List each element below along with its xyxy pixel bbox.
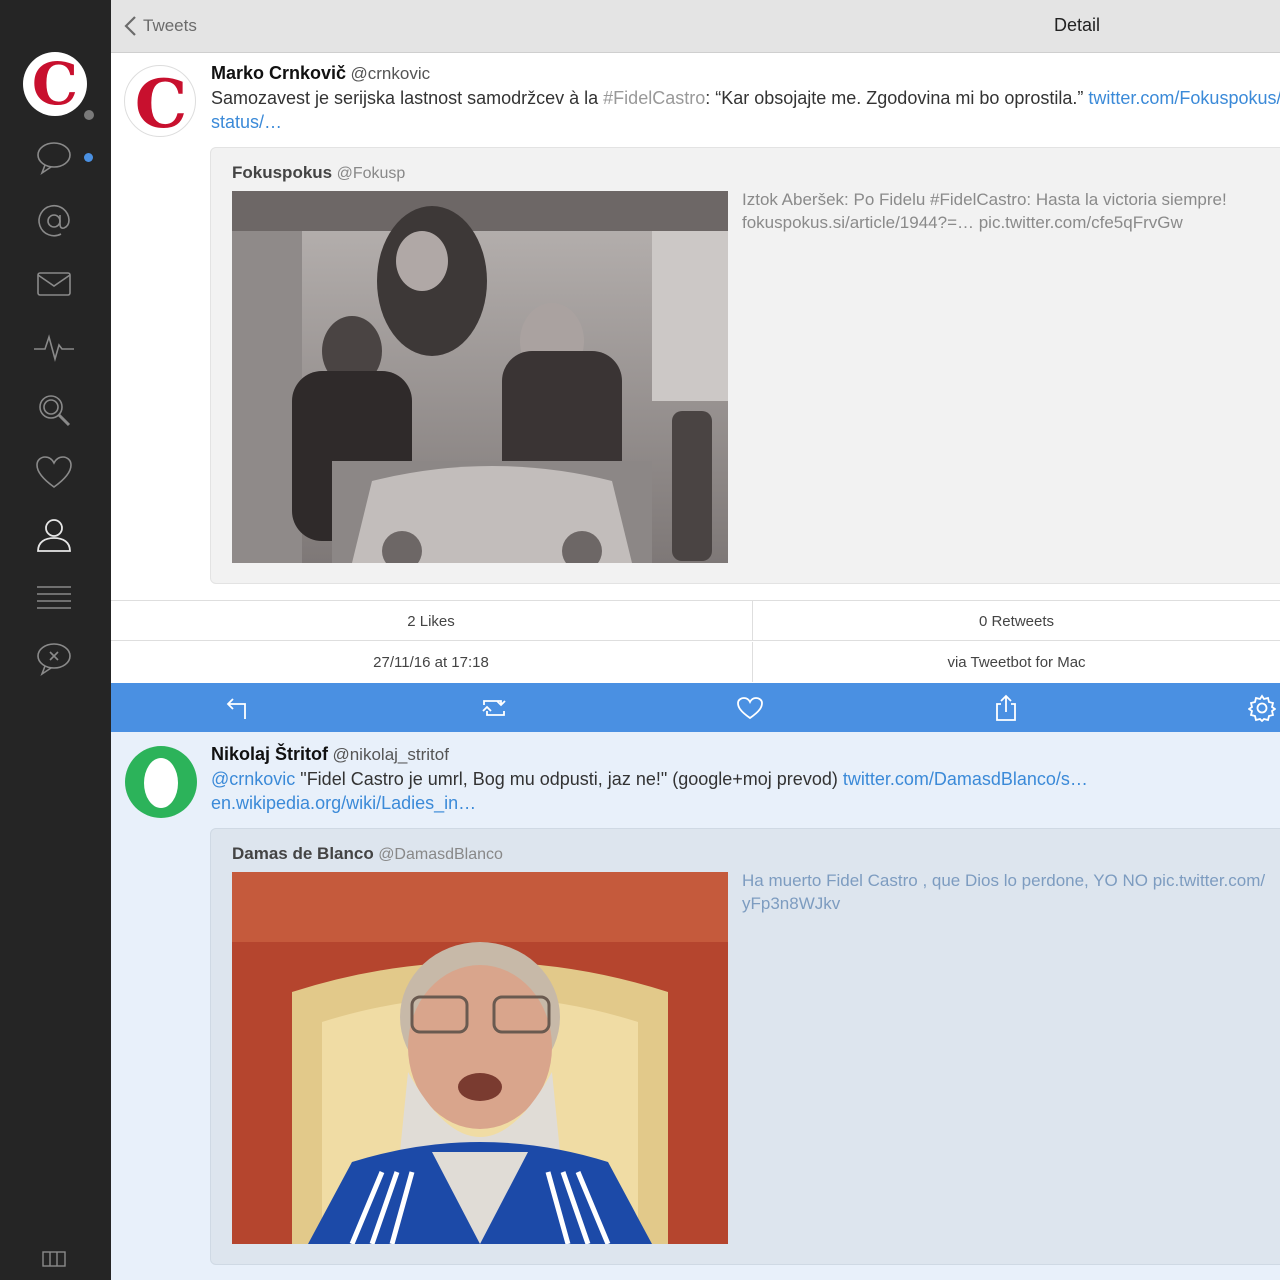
quoted-tweet[interactable]: Fokuspokus @Fokusp Iztok Aberšek: Po Fid… bbox=[210, 147, 1280, 584]
reply-quoted-header: Damas de Blanco @DamasdBlanco bbox=[232, 844, 503, 864]
tweet-text-line2: status/… bbox=[211, 110, 282, 134]
likes-count[interactable]: 2 Likes bbox=[111, 601, 751, 641]
tweet-detail: C Marko Crnkovič @crnkovic Samozavest je… bbox=[111, 53, 1280, 1280]
reply-author-handle[interactable]: @nikolaj_stritof bbox=[332, 745, 448, 764]
retweet-icon[interactable] bbox=[478, 692, 510, 724]
page-title: Detail bbox=[1054, 15, 1101, 35]
back-button[interactable]: Tweets bbox=[123, 12, 197, 40]
tweet-text: Samozavest je serijska lastnost samodržc… bbox=[211, 86, 1280, 110]
heart-icon[interactable] bbox=[734, 692, 766, 724]
reply-icon[interactable] bbox=[222, 692, 254, 724]
columns-icon[interactable] bbox=[33, 1239, 75, 1279]
back-button-label: Tweets bbox=[143, 16, 197, 35]
reply-author-name[interactable]: Nikolaj Štritof bbox=[211, 744, 328, 764]
retweets-count[interactable]: 0 Retweets bbox=[752, 601, 1280, 641]
stats-divider bbox=[111, 640, 1280, 641]
tweet-link[interactable]: twitter.com/Fokuspokus/ bbox=[1088, 88, 1280, 108]
muted-bubble-icon[interactable] bbox=[33, 638, 75, 680]
pulse-icon[interactable] bbox=[33, 326, 75, 368]
tweet-text-part: : “Kar obsojajte me. Zgodovina mi bo opr… bbox=[705, 88, 1089, 108]
reply-tweet[interactable]: Nikolaj Štritof @nikolaj_stritof @crnkov… bbox=[111, 732, 1280, 1280]
hashtag-link[interactable]: #FidelCastro bbox=[603, 88, 705, 108]
person-icon[interactable] bbox=[33, 514, 75, 556]
account-avatar[interactable]: C bbox=[23, 52, 87, 116]
mention-link[interactable]: @crnkovic bbox=[211, 769, 295, 789]
quoted-tweet-text-line1: Iztok Aberšek: Po Fidelu #FidelCastro: H… bbox=[742, 190, 1227, 209]
tweet-link[interactable]: status/… bbox=[211, 112, 282, 132]
account-status-dot bbox=[84, 110, 94, 120]
reply-text-line2: en.wikipedia.org/wiki/Ladies_in… bbox=[211, 791, 476, 815]
reply-text-part: "Fidel Castro je umrl, Bog mu odpusti, j… bbox=[295, 769, 843, 789]
reply-link[interactable]: twitter.com/DamasdBlanco/s… bbox=[843, 769, 1088, 789]
reply-quoted-photo[interactable] bbox=[232, 872, 728, 1244]
reply-quoted-author-name: Damas de Blanco bbox=[232, 844, 374, 863]
reply-quoted-text-line2: yFp3n8WJkv bbox=[742, 894, 841, 913]
reply-text: @crnkovic "Fidel Castro je umrl, Bog mu … bbox=[211, 767, 1088, 791]
reply-quoted-tweet[interactable]: Damas de Blanco @DamasdBlanco Ha muerto … bbox=[210, 828, 1280, 1265]
sidebar: C bbox=[0, 0, 111, 1280]
quoted-tweet-photo[interactable] bbox=[232, 191, 728, 563]
tweet-header: Marko Crnkovič @crnkovic bbox=[211, 63, 430, 84]
quoted-tweet-header: Fokuspokus @Fokusp bbox=[232, 163, 405, 183]
quoted-author-name: Fokuspokus bbox=[232, 163, 333, 182]
tweet-text-part: Samozavest je serijska lastnost samodržc… bbox=[211, 88, 604, 108]
search-icon[interactable] bbox=[33, 389, 75, 431]
reply-header: Nikolaj Štritof @nikolaj_stritof bbox=[211, 744, 449, 765]
list-icon[interactable] bbox=[33, 577, 75, 619]
reply-quoted-text-line1: Ha muerto Fidel Castro , que Dios lo per… bbox=[742, 871, 1266, 890]
tweet-client: via Tweetbot for Mac bbox=[752, 642, 1280, 682]
chevron-left-icon bbox=[124, 16, 136, 36]
gear-icon[interactable] bbox=[1246, 692, 1278, 724]
reply-avatar[interactable] bbox=[125, 746, 197, 818]
share-icon[interactable] bbox=[990, 692, 1022, 724]
reply-quoted-author-handle: @DamasdBlanco bbox=[378, 846, 503, 863]
quoted-tweet-text-line2: fokuspokus.si/article/1944?=… pic.twitte… bbox=[742, 213, 1183, 232]
at-icon[interactable] bbox=[33, 200, 75, 242]
reply-link[interactable]: en.wikipedia.org/wiki/Ladies_in… bbox=[211, 793, 476, 813]
top-bar: Tweets Detail bbox=[111, 0, 1280, 53]
author-handle[interactable]: @crnkovic bbox=[351, 64, 431, 83]
heart-icon[interactable] bbox=[33, 451, 75, 493]
envelope-icon[interactable] bbox=[33, 263, 75, 305]
quoted-author-handle: @Fokusp bbox=[336, 165, 406, 182]
author-name[interactable]: Marko Crnkovič bbox=[211, 63, 346, 83]
timeline-speech-bubble-icon[interactable] bbox=[33, 137, 75, 179]
tweet-timestamp: 27/11/16 at 17:18 bbox=[373, 653, 489, 671]
action-bar bbox=[111, 683, 1280, 732]
tweet-avatar[interactable]: C bbox=[124, 65, 196, 137]
unread-indicator bbox=[84, 153, 93, 162]
svg-text:C: C bbox=[135, 66, 188, 137]
tweet-stats: 2 Likes 0 Retweets 27/11/16 at 17:18 via… bbox=[111, 600, 1280, 684]
svg-text:C: C bbox=[32, 52, 78, 116]
